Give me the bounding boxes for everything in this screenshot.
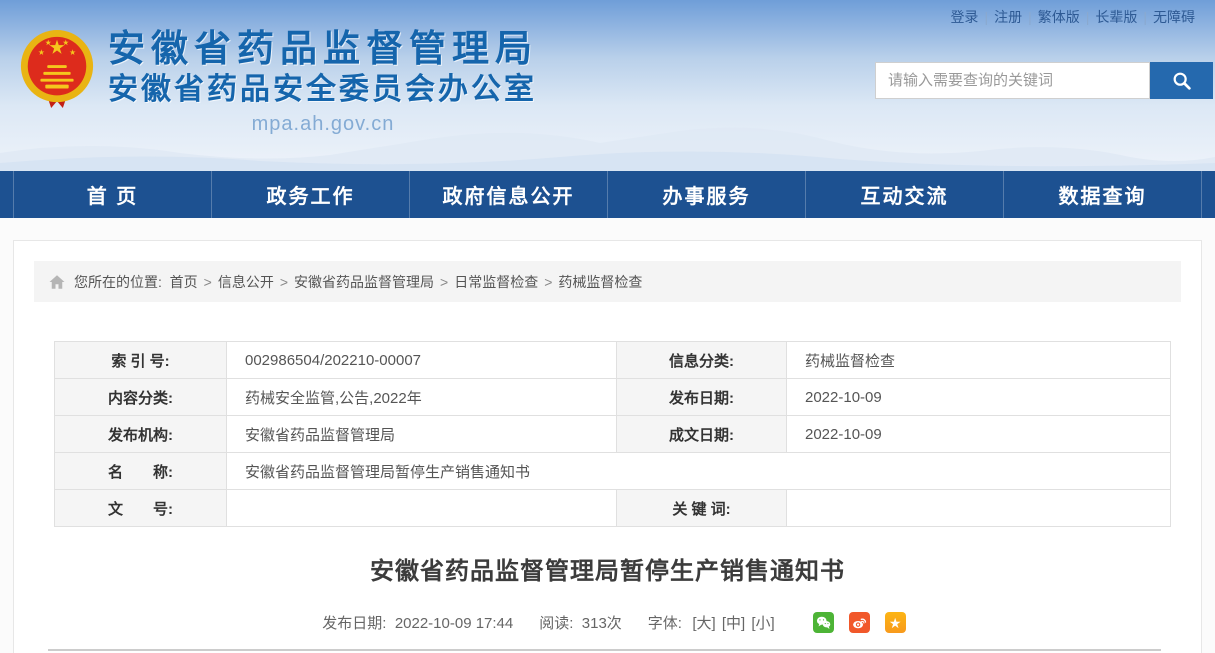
site-subtitle: 安徽省药品安全委员会办公室 xyxy=(108,72,537,106)
content-divider xyxy=(48,649,1161,651)
article-views-value: 313次 xyxy=(581,615,622,632)
register-link[interactable]: 注册 xyxy=(988,7,1028,27)
publish-org-value: 安徽省药品监督管理局 xyxy=(227,416,617,453)
info-class-label: 信息分类: xyxy=(617,342,787,379)
article-publish-date-label: 发布日期: xyxy=(322,615,395,632)
search-input[interactable] xyxy=(875,62,1150,99)
content-class-label: 内容分类: xyxy=(55,379,227,416)
nav-item-info-disclosure[interactable]: 政府信息公开 xyxy=(409,171,607,218)
breadcrumb-separator: > xyxy=(440,273,449,290)
content-class-value: 药械安全监管,公告,2022年 xyxy=(227,379,617,416)
article-views-label: 阅读: xyxy=(539,615,582,632)
site-url: mpa.ah.gov.cn xyxy=(251,113,395,136)
utility-links: 登录 | 注册 | 繁体版 | 长辈版 | 无障碍 xyxy=(944,7,1201,27)
publish-date-value: 2022-10-09 xyxy=(787,379,1171,416)
weibo-share-button[interactable] xyxy=(848,612,870,633)
font-size-label: 字体: xyxy=(647,615,691,632)
breadcrumb-separator: > xyxy=(279,273,289,290)
article-publish-date: 发布日期: 2022-10-09 17:44 xyxy=(322,612,513,633)
font-size-large-button[interactable]: [大] xyxy=(692,615,715,632)
nav-item-government-work[interactable]: 政务工作 xyxy=(211,171,409,218)
qzone-share-button[interactable]: ★ xyxy=(884,612,906,633)
index-number-label: 索 引 号: xyxy=(55,342,227,379)
font-size-controls: 字体: [大] [中] [小] xyxy=(648,612,775,633)
publish-org-label: 发布机构: xyxy=(55,416,227,453)
site-logo[interactable]: 安徽省药品监督管理局 安徽省药品安全委员会办公室 mpa.ah.gov.cn xyxy=(18,28,538,136)
font-size-medium-button[interactable]: [中] xyxy=(722,615,745,632)
article-views: 阅读: 313次 xyxy=(539,612,622,633)
article-meta: 发布日期: 2022-10-09 17:44 阅读: 313次 字体: [大] … xyxy=(14,612,1201,633)
weibo-icon xyxy=(852,618,866,629)
login-link[interactable]: 登录 xyxy=(944,7,984,27)
written-date-value: 2022-10-09 xyxy=(787,416,1171,453)
article-publish-date-value: 2022-10-09 17:44 xyxy=(394,615,514,632)
doc-number-label: 文 号: xyxy=(55,490,227,527)
nav-item-services[interactable]: 办事服务 xyxy=(607,171,805,218)
document-name-label: 名 称: xyxy=(55,453,227,490)
national-emblem-icon xyxy=(20,30,94,108)
traditional-chinese-link[interactable]: 繁体版 xyxy=(1032,7,1086,27)
nav-item-interaction[interactable]: 互动交流 xyxy=(805,171,1003,218)
wechat-icon xyxy=(816,616,830,629)
breadcrumb-item-info-disclosure[interactable]: 信息公开 xyxy=(218,272,274,292)
site-search xyxy=(875,62,1213,99)
document-name-value: 安徽省药品监督管理局暂停生产销售通知书 xyxy=(227,453,1171,490)
document-meta-table: 索 引 号: 002986504/202210-00007 信息分类: 药械监督… xyxy=(54,341,1171,527)
index-number-value: 002986504/202210-00007 xyxy=(227,342,617,379)
breadcrumb-item-agency[interactable]: 安徽省药品监督管理局 xyxy=(294,272,434,292)
site-title-block: 安徽省药品监督管理局 安徽省药品安全委员会办公室 mpa.ah.gov.cn xyxy=(108,28,538,136)
breadcrumb: 您所在的位置: 首页 > 信息公开 > 安徽省药品监督管理局 > 日常监督检查 … xyxy=(34,261,1181,302)
home-icon xyxy=(49,274,65,289)
publish-date-label: 发布日期: xyxy=(617,379,787,416)
breadcrumb-separator: > xyxy=(203,273,212,290)
wechat-share-button[interactable] xyxy=(812,612,834,633)
written-date-label: 成文日期: xyxy=(617,416,787,453)
breadcrumb-prefix: 您所在的位置: xyxy=(74,273,170,290)
article-title: 安徽省药品监督管理局暂停生产销售通知书 xyxy=(370,558,845,585)
site-title: 安徽省药品监督管理局 xyxy=(108,28,538,69)
site-header: 登录| 注册| 繁体版| 长辈版| 无障碍 安徽省药品监督管理局 安徽省 xyxy=(0,0,1215,171)
search-button[interactable] xyxy=(1150,62,1213,99)
breadcrumb-separator: > xyxy=(544,273,553,290)
accessibility-link[interactable]: 无障碍 xyxy=(1147,7,1201,27)
breadcrumb-item-daily-inspection[interactable]: 日常监督检查 xyxy=(454,272,538,292)
info-class-value: 药械监督检查 xyxy=(787,342,1171,379)
keywords-value xyxy=(787,490,1171,527)
doc-number-value xyxy=(227,490,617,527)
nav-item-home[interactable]: 首 页 xyxy=(13,171,211,218)
font-size-small-button[interactable]: [小] xyxy=(751,615,774,632)
search-icon xyxy=(1173,72,1191,90)
keywords-label: 关 键 词: xyxy=(617,490,787,527)
breadcrumb-item-home[interactable]: 首页 xyxy=(170,272,198,292)
nav-item-data-query[interactable]: 数据查询 xyxy=(1003,171,1202,218)
elderly-version-link[interactable]: 长辈版 xyxy=(1089,7,1143,27)
breadcrumb-item-drug-device-inspection[interactable]: 药械监督检查 xyxy=(558,272,642,292)
main-nav: 首 页 政务工作 政府信息公开 办事服务 互动交流 数据查询 xyxy=(0,171,1215,218)
qzone-star-icon: ★ xyxy=(888,614,902,631)
share-buttons: ★ xyxy=(798,612,906,633)
content-panel: 您所在的位置: 首页 > 信息公开 > 安徽省药品监督管理局 > 日常监督检查 … xyxy=(13,240,1202,653)
